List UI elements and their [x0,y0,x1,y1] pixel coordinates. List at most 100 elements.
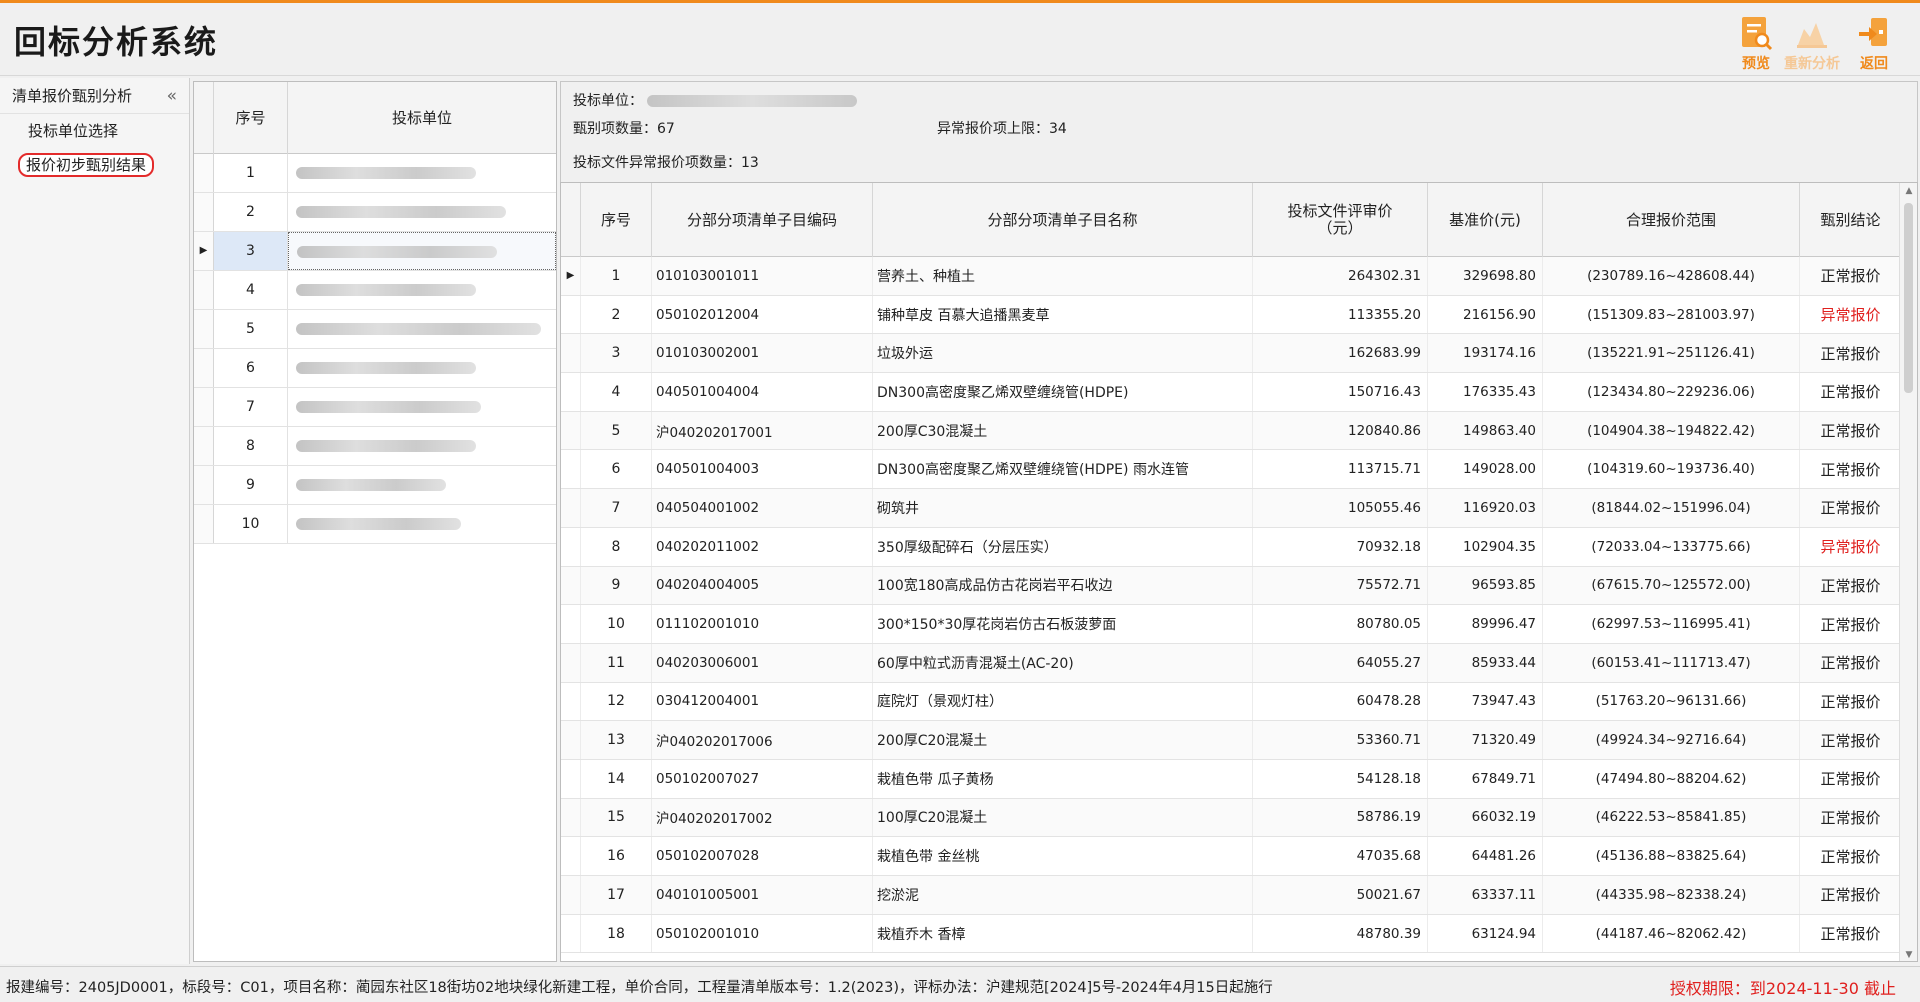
back-button[interactable]: 返回 [1844,15,1904,75]
column-header-base-price[interactable]: 基准价(元) [1428,183,1543,257]
table-row[interactable]: 8 040202011002 350厚级配碎石（分层压实） 70932.18 10290… [561,527,1901,567]
reanalyze-button[interactable]: 重新分析 [1782,15,1842,75]
bidder-unit-cell[interactable] [288,427,556,465]
column-header-bid-price[interactable]: 投标文件评审价（元） [1253,183,1428,257]
bidder-unit-cell[interactable] [288,232,556,270]
cell-conclusion: 正常报价 [1820,499,1881,518]
bidder-seq: 7 [214,388,288,426]
cell-seq: 15 [581,798,652,837]
nav-item-screening-result[interactable]: 报价初步甄别结果 [0,148,189,182]
bidder-unit-cell[interactable] [288,271,556,309]
bidder-seq: 10 [214,505,288,543]
cell-item-name: 垃圾外运 [873,334,1253,373]
table-row[interactable]: 18 050102001010 栽植乔木 香樟 48780.39 63124.94 (44… [561,914,1901,954]
bidder-unit-cell[interactable] [288,193,556,231]
bidder-unit-cell[interactable] [288,154,556,192]
cell-price-range: (104904.38~194822.42) [1543,411,1800,450]
bidder-row[interactable]: 9 [194,466,556,505]
cell-item-name: 铺种草皮 百慕大追播黑麦草 [873,295,1253,334]
cell-conclusion: 正常报价 [1820,847,1881,866]
bidder-row[interactable]: 4 [194,271,556,310]
cell-price-range: (49924.34~92716.64) [1543,721,1800,759]
column-header-name[interactable]: 分部分项清单子目名称 [873,183,1253,257]
table-row[interactable]: 11 040203006001 60厚中粒式沥青混凝土(AC-20) 64055.27… [561,643,1901,683]
cell-conclusion: 正常报价 [1820,770,1881,789]
cell-base-price: 193174.16 [1428,334,1543,373]
row-indicator [561,721,581,759]
scroll-up-icon[interactable]: ▲ [1900,186,1917,196]
table-row[interactable]: 2 050102012004 铺种草皮 百慕大追播黑麦草 113355.20 21615… [561,295,1901,335]
bidder-unit-cell[interactable] [288,310,556,348]
bidder-unit-cell[interactable] [288,349,556,387]
cell-seq: 11 [581,643,652,682]
bidder-row[interactable]: 7 [194,388,556,427]
cell-item-code: 050102001010 [652,914,873,953]
column-header-unit[interactable]: 投标单位 [288,82,556,154]
table-row[interactable]: 13 沪040202017006 200厚C20混凝土 53360.71 71320.4… [561,721,1901,760]
row-indicator [194,388,214,426]
table-row[interactable]: 14 050102007027 栽植色带 瓜子黄杨 54128.18 67849.71(… [561,759,1901,799]
bidder-row[interactable]: 10 [194,505,556,544]
table-row[interactable]: 17 040101005001 挖淤泥 50021.67 63337.11 (44335.… [561,876,1901,915]
bidder-row[interactable]: 8 [194,427,556,466]
nav-group-header[interactable]: 清单报价甄别分析 « [0,78,189,114]
bidder-unit-cell[interactable] [288,466,556,504]
table-row[interactable]: 7 040504001002 砌筑井 105055.46 116920.03 (81844… [561,489,1901,528]
cell-item-name: 350厚级配碎石（分层压实） [873,527,1253,566]
cell-base-price: 73947.43 [1428,682,1543,721]
row-indicator-header [561,183,581,257]
bidder-name-redacted [296,323,541,335]
bidder-name-redacted [296,440,476,452]
cell-item-name: 栽植乔木 香樟 [873,914,1253,953]
cell-item-code: 050102007027 [652,759,873,798]
bidder-seq: 2 [214,193,288,231]
cell-bid-price: 80780.05 [1253,605,1428,643]
bidder-unit-cell[interactable] [288,505,556,543]
column-header-conclusion[interactable]: 甄别结论 [1800,183,1901,257]
cell-item-code: 030412004001 [652,682,873,721]
collapse-icon[interactable]: « [167,78,177,114]
row-indicator [194,310,214,348]
column-header-seq[interactable]: 序号 [581,183,652,257]
table-row[interactable]: 12 030412004001 庭院灯（景观灯柱） 60478.28 73947.43(… [561,682,1901,722]
bidder-name-redacted [297,246,497,258]
bidder-unit-cell[interactable] [288,388,556,426]
table-row[interactable]: 4 040501004004 DN300高密度聚乙烯双壁缠绕管(HDPE) 15071… [561,373,1901,412]
bidder-info-label: 投标单位： [573,93,643,109]
table-row[interactable]: 16 050102007028 栽植色带 金丝桃 47035.68 64481.26 (4… [561,837,1901,876]
row-indicator [561,450,581,489]
cell-bid-price: 70932.18 [1253,527,1428,566]
column-header-seq[interactable]: 序号 [214,82,288,154]
bidder-row[interactable]: ▶ 3 [194,232,556,271]
table-row[interactable]: 9 040204004005 100宽180高成品仿古花岗岩平石收边 75572.71… [561,566,1901,606]
nav-item-bidder-select[interactable]: 投标单位选择 [0,114,189,148]
table-row[interactable]: ▶ 1 010103001011 营养土、种植土 264302.31 329698.80(… [561,257,1901,296]
cell-seq: 8 [581,527,652,566]
scroll-down-icon[interactable]: ▼ [1900,950,1917,960]
cell-base-price: 67849.71 [1428,759,1543,798]
scrollbar-thumb[interactable] [1904,203,1913,393]
cell-item-code: 050102012004 [652,295,873,334]
cell-base-price: 116920.03 [1428,489,1543,527]
cell-base-price: 63337.11 [1428,876,1543,914]
table-row[interactable]: 15 沪040202017002 100厚C20混凝土 58786.19 66032.1… [561,798,1901,838]
bidder-row[interactable]: 5 [194,310,556,349]
table-row[interactable]: 5 沪040202017001 200厚C30混凝土 120840.86 149863.… [561,411,1901,451]
vertical-scrollbar[interactable]: ▲ ▼ [1899,183,1917,961]
license-expiry-text: 授权期限：到2024-11-30 截止 [1669,979,1896,998]
table-row[interactable]: 6 040501004003 DN300高密度聚乙烯双壁缠绕管(HDPE) 雨水连管… [561,450,1901,490]
bidder-name-redacted [296,518,461,530]
row-indicator [194,193,214,231]
bidder-row[interactable]: 1 [194,154,556,193]
table-row[interactable]: 3 010103002001 垃圾外运 162683.99 193174.16 (1352… [561,334,1901,374]
preview-button[interactable]: 预览 [1726,15,1786,75]
column-header-range[interactable]: 合理报价范围 [1543,183,1800,257]
table-row[interactable]: 10 011102001010 300*150*30厚花岗岩仿古石板菠萝面 80780… [561,605,1901,644]
bidder-row[interactable]: 2 [194,193,556,232]
cell-bid-price: 53360.71 [1253,721,1428,759]
column-header-code[interactable]: 分部分项清单子目编码 [652,183,873,257]
cell-price-range: (46222.53~85841.85) [1543,798,1800,837]
bidder-row[interactable]: 6 [194,349,556,388]
chart-icon [1797,23,1827,48]
cell-conclusion: 正常报价 [1820,615,1881,634]
